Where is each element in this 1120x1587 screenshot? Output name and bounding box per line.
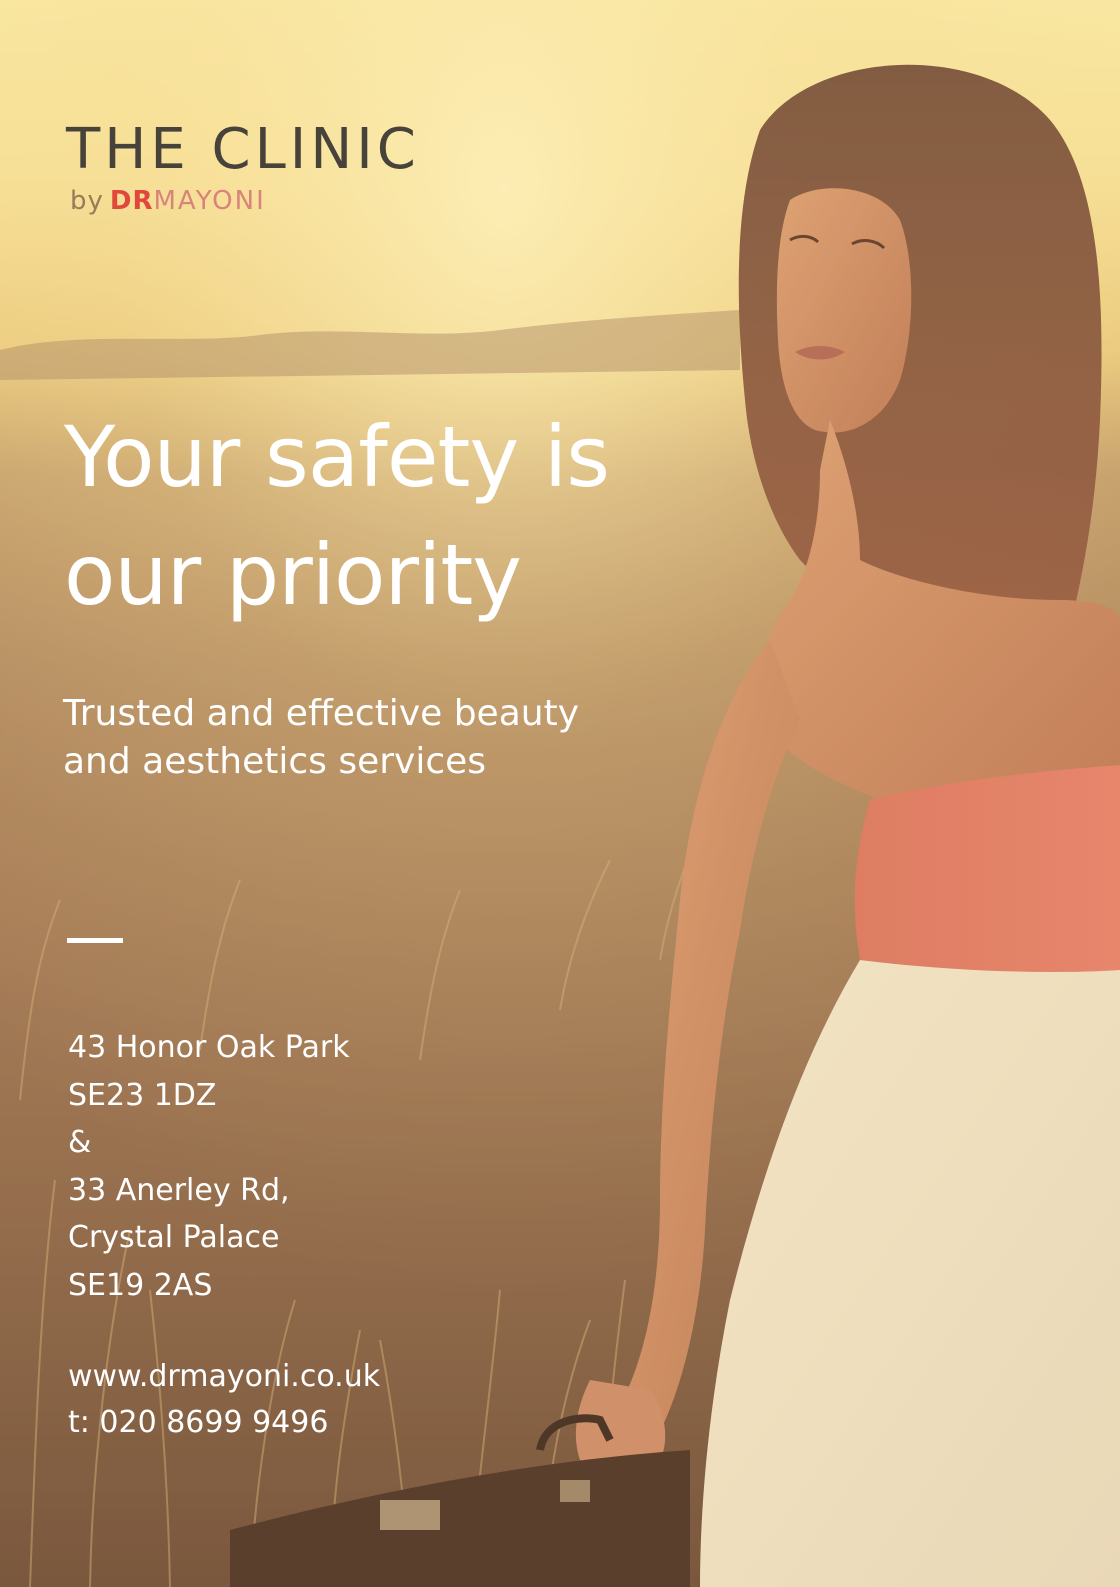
address-line: SE23 1DZ [68, 1077, 217, 1113]
address-line: Crystal Palace [68, 1220, 280, 1255]
subheadline-line-1: Trusted and effective beauty [63, 693, 580, 734]
clinic-logo-subtitle: by DRMAYONI [70, 188, 266, 214]
contact-block: www.drmayoni.co.uk t: 020 8699 9496 [68, 1354, 380, 1446]
divider [67, 938, 123, 943]
logo-by-text: by [70, 186, 104, 216]
poster: THE CLINIC by DRMAYONI Your safety is our… [0, 0, 1120, 1587]
website-link[interactable]: www.drmayoni.co.uk [68, 1359, 380, 1394]
address-line: SE19 2AS [68, 1267, 213, 1303]
headline-line-2: our priority [64, 526, 522, 624]
subheadline-line-2: and aesthetics services [63, 741, 487, 782]
logo-name-text: MAYONI [153, 186, 266, 216]
phone-number[interactable]: t: 020 8699 9496 [68, 1400, 380, 1446]
clinic-logo-title: THE CLINIC [66, 117, 420, 182]
address-line: 33 Anerley Rd, [68, 1172, 290, 1208]
address-line: & [68, 1125, 92, 1160]
logo-dr-mark: DR [109, 186, 154, 216]
subheadline: Trusted and effective beauty and aesthet… [63, 690, 723, 786]
headline-line-1: Your safety is [64, 408, 610, 506]
address-line: 43 Honor Oak Park [68, 1030, 350, 1065]
headline: Your safety is our priority [64, 398, 744, 634]
background-photo [0, 0, 1120, 1587]
address-block: 43 Honor Oak Park SE23 1DZ & 33 Anerley … [68, 1024, 350, 1309]
